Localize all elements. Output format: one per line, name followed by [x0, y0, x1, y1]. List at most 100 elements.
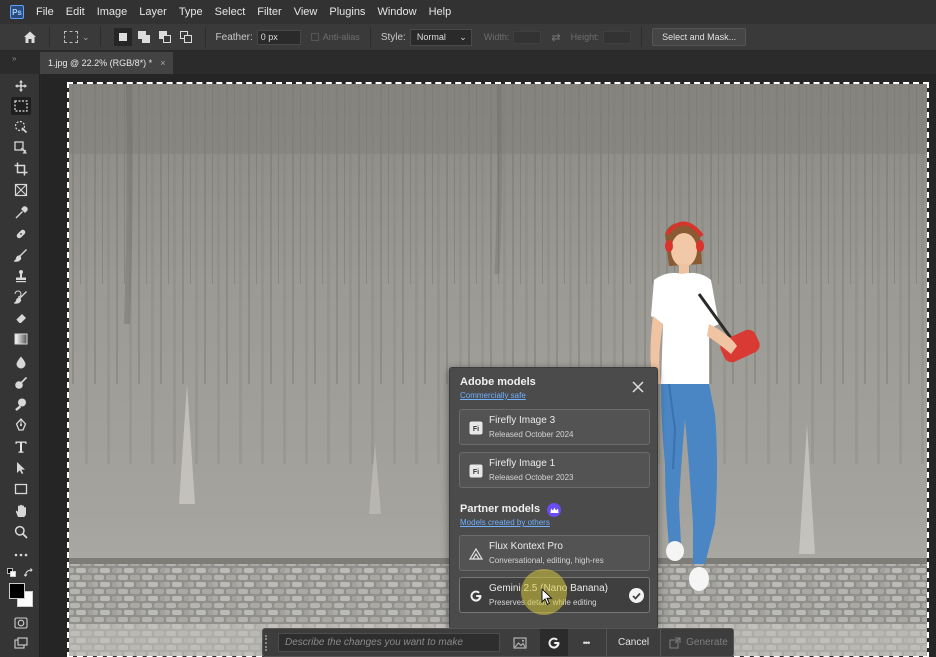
close-icon[interactable]: ×	[160, 58, 165, 68]
divider	[641, 27, 643, 47]
clone-stamp-tool-icon[interactable]	[11, 267, 31, 285]
google-g-icon	[469, 589, 483, 603]
tools-panel	[0, 74, 40, 657]
zoom-tool-icon[interactable]	[11, 523, 31, 541]
menu-bar: Ps File Edit Image Layer Type Select Fil…	[0, 0, 936, 24]
select-and-mask-button[interactable]: Select and Mask...	[652, 28, 747, 46]
adobe-models-heading: Adobe models	[460, 376, 536, 388]
menu-layer[interactable]: Layer	[139, 6, 167, 18]
model-desc: Preserves details while editing	[489, 598, 597, 607]
marquee-preset-icon[interactable]	[64, 31, 78, 43]
history-brush-tool-icon[interactable]	[11, 288, 31, 306]
crop-select-tool-icon[interactable]	[11, 139, 31, 157]
models-created-by-others-link[interactable]: Models created by others	[460, 518, 550, 527]
drag-handle[interactable]	[265, 634, 270, 651]
menu-filter[interactable]: Filter	[257, 6, 281, 18]
menu-window[interactable]: Window	[377, 6, 416, 18]
brush-tool-icon[interactable]	[11, 246, 31, 264]
width-input[interactable]	[513, 30, 542, 44]
model-selector-button[interactable]	[540, 629, 568, 656]
gradient-tool-icon[interactable]	[11, 330, 31, 348]
antialias-checkbox[interactable]	[310, 33, 319, 41]
style-select-value: Normal	[416, 32, 446, 42]
home-icon[interactable]	[21, 28, 39, 46]
menu-view[interactable]: View	[294, 6, 318, 18]
add-to-selection-button[interactable]	[135, 28, 153, 46]
antialias-label: Anti-alias	[322, 32, 360, 42]
divider	[99, 27, 101, 47]
rectangular-marquee-tool-icon[interactable]	[11, 97, 31, 115]
model-option-firefly-image-3[interactable]: Fi Firefly Image 3 Released October 2024	[459, 409, 650, 445]
model-desc: Released October 2024	[489, 430, 574, 439]
quick-mask-icon[interactable]	[11, 614, 31, 632]
feather-label: Feather:	[215, 31, 253, 43]
height-input[interactable]	[603, 30, 632, 44]
style-select[interactable]: Normal ⌄	[409, 28, 472, 46]
model-option-flux-kontext-pro[interactable]: Flux Kontext Pro Conversational, editing…	[459, 535, 650, 571]
divider	[49, 27, 50, 47]
close-icon[interactable]	[631, 380, 645, 394]
object-selection-tool-icon[interactable]	[11, 118, 31, 136]
document-tab[interactable]: 1.jpg @ 22.2% (RGB/8*) * ×	[40, 52, 174, 74]
google-g-icon	[548, 637, 560, 649]
crown-icon	[547, 503, 561, 517]
menu-help[interactable]: Help	[429, 6, 452, 18]
model-option-firefly-image-1[interactable]: Fi Firefly Image 1 Released October 2023	[459, 452, 650, 488]
collapse-panel-icon[interactable]: »	[12, 54, 16, 63]
chevron-down-icon[interactable]: ⌄	[82, 32, 90, 43]
type-tool-icon[interactable]	[11, 438, 31, 456]
generate-icon	[669, 637, 681, 648]
document-tab-bar: 1.jpg @ 22.2% (RGB/8*) * ×	[0, 52, 936, 74]
foreground-color-swatch[interactable]	[9, 583, 25, 599]
model-name: Flux Kontext Pro	[489, 541, 563, 552]
screen-mode-icon[interactable]	[11, 634, 31, 652]
menu-select[interactable]: Select	[215, 6, 246, 18]
menu-type[interactable]: Type	[179, 6, 203, 18]
generate-label: Generate	[686, 637, 728, 648]
swap-icon[interactable]: ⇄	[551, 31, 560, 44]
feather-input[interactable]: 0 px	[256, 29, 301, 45]
more-tools-icon[interactable]	[11, 546, 31, 564]
eyedropper-tool-icon[interactable]	[11, 204, 31, 222]
menu-image[interactable]: Image	[97, 6, 128, 18]
divider	[204, 27, 206, 47]
frame-tool-icon[interactable]	[11, 181, 31, 199]
width-label: Width:	[483, 32, 510, 42]
model-name: Firefly Image 3	[489, 415, 556, 426]
svg-text:Fi: Fi	[473, 426, 479, 433]
generate-button[interactable]: Generate	[661, 637, 728, 649]
hand-tool-icon[interactable]	[11, 502, 31, 520]
menu-edit[interactable]: Edit	[66, 6, 85, 18]
eraser-tool-icon[interactable]	[11, 309, 31, 327]
spot-healing-brush-tool-icon[interactable]	[11, 225, 31, 243]
chevron-down-icon: ⌄	[459, 31, 467, 42]
path-selection-tool-icon[interactable]	[11, 459, 31, 477]
menu-file[interactable]: File	[36, 6, 54, 18]
pen-tool-icon[interactable]	[11, 416, 31, 434]
photoshop-logo[interactable]: Ps	[10, 5, 24, 19]
more-options-icon[interactable]: •••	[572, 629, 600, 656]
model-desc: Conversational, editing, high-res	[489, 556, 604, 565]
menu-plugins[interactable]: Plugins	[329, 6, 365, 18]
svg-text:Fi: Fi	[473, 469, 479, 476]
new-selection-button[interactable]	[113, 28, 132, 46]
default-colors-icon[interactable]	[7, 568, 17, 578]
subtract-from-selection-button[interactable]	[156, 28, 174, 46]
model-picker-popup: Adobe models Commercially safe Fi Firefl…	[449, 367, 658, 629]
firefly-icon: Fi	[469, 464, 483, 478]
height-label: Height:	[570, 32, 600, 42]
commercially-safe-link[interactable]: Commercially safe	[460, 391, 526, 400]
crop-tool-icon[interactable]	[11, 160, 31, 178]
rectangle-tool-icon[interactable]	[11, 480, 31, 498]
cancel-button[interactable]: Cancel	[607, 637, 660, 648]
blur-tool-icon[interactable]	[11, 353, 31, 371]
swap-colors-icon[interactable]	[23, 568, 34, 578]
reference-image-icon[interactable]	[506, 629, 534, 656]
move-tool-icon[interactable]	[11, 77, 31, 95]
dodge-tool-icon[interactable]	[11, 374, 31, 392]
model-option-gemini-2-5[interactable]: Gemini 2.5 (Nano Banana) Preserves detai…	[459, 577, 650, 613]
sponge-tool-icon[interactable]	[11, 395, 31, 413]
checkmark-icon	[629, 588, 644, 603]
prompt-input[interactable]: Describe the changes you want to make	[278, 633, 500, 652]
intersect-selection-button[interactable]	[177, 28, 195, 46]
